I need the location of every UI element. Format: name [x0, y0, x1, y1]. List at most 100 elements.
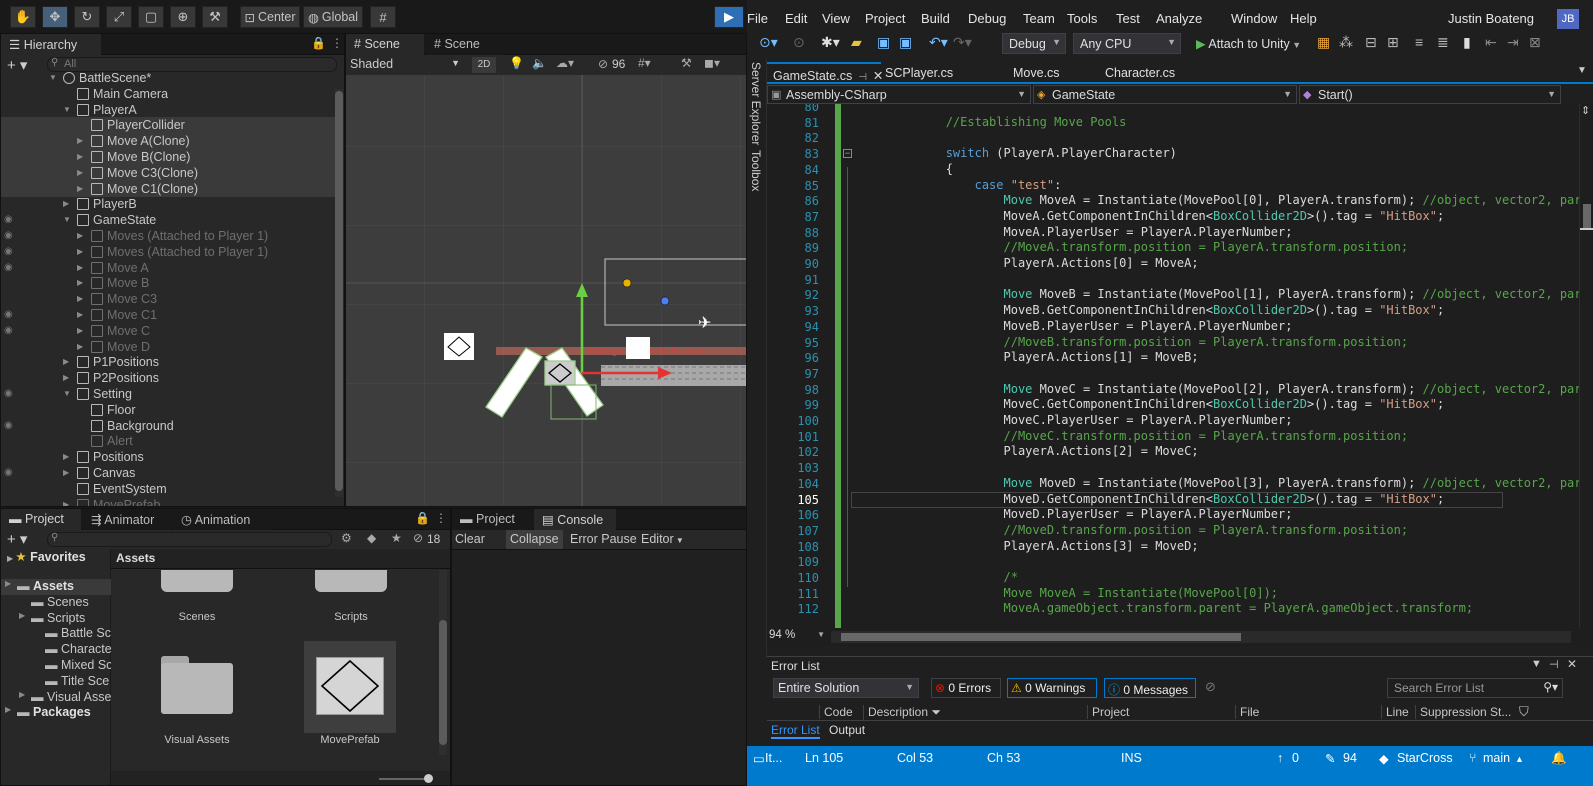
visibility-eye-icon[interactable]: ◉ [4, 244, 13, 260]
expand-arrow-closed-icon[interactable]: ▶ [77, 339, 83, 355]
tools-icon[interactable]: ⚒ [681, 56, 692, 70]
branch-icon[interactable]: ⑂ [1469, 751, 1477, 765]
hierarchy-row[interactable]: ▶ Positions [1, 449, 337, 465]
star-icon[interactable]: ★ [391, 531, 402, 545]
comment-icon[interactable]: ≡ [1415, 34, 1423, 50]
tab-animation[interactable]: ◷ Animation [173, 509, 273, 530]
project-nav-dropdown[interactable]: ▣ Assembly-CSharp ▼ [767, 85, 1031, 104]
code-line[interactable]: case "test": [859, 178, 1062, 194]
menu-view[interactable]: View [822, 11, 850, 26]
expand-arrow-closed-icon[interactable]: ▶ [77, 165, 83, 181]
effects-icon[interactable]: ☁▾ [556, 56, 574, 70]
save-all-icon[interactable]: ▣ [899, 34, 912, 51]
hierarchy-row[interactable]: ▶ Move C1(Clone) [1, 180, 337, 197]
rect-tool-icon[interactable]: ▢ [138, 6, 164, 28]
tab-hierarchy[interactable]: ☰ Hierarchy [1, 34, 101, 55]
pivot-global-button[interactable]: ◍ Global [303, 6, 363, 28]
project-tree-item[interactable]: ▬ Battle Sc [1, 626, 111, 642]
scene-viewport[interactable]: PAOriginalPositi TiePosition ✈ [346, 75, 747, 507]
code-line[interactable]: PlayerA.Actions[0] = MoveA; [859, 256, 1198, 272]
member-nav-dropdown[interactable]: ◆ Start() ▼ [1299, 85, 1561, 104]
create-plus-icon[interactable]: + ▾ [7, 530, 27, 548]
hierarchy-row[interactable]: ◉ ▶ Canvas [1, 465, 337, 481]
visibility-eye-icon[interactable]: ◉ [4, 386, 13, 402]
hierarchy-row[interactable]: Floor [1, 402, 337, 418]
code-line[interactable]: Move MoveD = Instantiate(MovePool[3], Pl… [859, 476, 1593, 492]
hand-tool-icon[interactable]: ✋ [10, 6, 36, 28]
code-line[interactable]: Move MoveA = Instantiate(MovePool[0]); [859, 586, 1279, 602]
expand-arrow-closed-icon[interactable]: ▶ [63, 497, 69, 506]
pencil-icon[interactable]: ✎ [1325, 751, 1335, 766]
expand-arrow-open-icon[interactable]: ▼ [63, 212, 71, 228]
expand-arrow-closed-icon[interactable]: ▶ [63, 196, 69, 212]
project-tree-item[interactable]: ▶ ▬ Visual Asse [1, 690, 111, 706]
back-icon[interactable]: ⊙▾ [759, 34, 778, 51]
visibility-eye-icon[interactable]: ◉ [4, 307, 13, 323]
visibility-eye-icon[interactable]: ◉ [4, 212, 13, 228]
status-line[interactable]: Ln 105 [805, 751, 843, 765]
hierarchy-row[interactable]: EventSystem [1, 481, 337, 497]
user-avatar[interactable]: JB [1557, 9, 1579, 29]
expand-arrow-open-icon[interactable]: ▼ [63, 102, 71, 118]
tab-move[interactable]: Move.cs [1007, 62, 1087, 83]
folder-icon[interactable] [161, 656, 233, 714]
menu-test[interactable]: Test [1116, 11, 1140, 26]
camera-icon[interactable]: ◼▾ [704, 56, 720, 70]
col-file[interactable]: File [1235, 705, 1259, 719]
hierarchy-row[interactable]: ◉ ▶ Moves (Attached to Player 1) [1, 244, 337, 260]
scroll-thumb[interactable] [1583, 204, 1591, 230]
hierarchy-row[interactable]: ◉ ▶ Moves (Attached to Player 1) [1, 228, 337, 244]
menu-debug[interactable]: Debug [968, 11, 1006, 26]
tab-scene-2[interactable]: # Scene [426, 34, 504, 55]
hierarchy-row[interactable]: Alert [1, 433, 337, 449]
hierarchy-row[interactable]: ◉ ▼ Setting [1, 386, 337, 402]
hierarchy-row[interactable]: ◉ ▶ Move C [1, 323, 337, 339]
code-line[interactable]: MoveA.gameObject.transform.parent = Play… [859, 601, 1474, 617]
branch-caret-icon[interactable]: ▲ [1515, 754, 1524, 764]
hidden-packages-icon[interactable]: ⊘ [413, 531, 423, 545]
visibility-eye-icon[interactable]: ◉ [4, 465, 13, 481]
hierarchy-row[interactable]: ▶ Move B(Clone) [1, 149, 337, 165]
clear-button[interactable]: Clear [455, 532, 485, 546]
code-line[interactable]: MoveB.PlayerUser = PlayerA.PlayerNumber; [859, 319, 1292, 335]
folder-icon[interactable] [161, 570, 233, 592]
zoom-dropdown[interactable]: 94 % ▼ [767, 629, 827, 645]
project-tree-item[interactable]: ▶ ▬ Scripts [1, 611, 111, 627]
col-line[interactable]: Line [1381, 705, 1409, 719]
prev-bookmark-icon[interactable]: ⇤ [1485, 34, 1497, 51]
forward-icon[interactable]: ⊙ [793, 34, 805, 51]
status-char[interactable]: Ch 53 [987, 751, 1020, 765]
code-line[interactable]: MoveC.GetComponentInChildren<BoxCollider… [859, 397, 1444, 413]
debug-target-icon[interactable]: ▦ [1317, 34, 1330, 51]
expand-arrow-closed-icon[interactable]: ▶ [63, 370, 69, 386]
next-bookmark-icon[interactable]: ⇥ [1507, 34, 1519, 51]
expand-arrow-closed-icon[interactable]: ▶ [77, 244, 83, 260]
tab-overflow-icon[interactable]: ▼ [1577, 65, 1587, 76]
horizontal-scrollbar[interactable] [831, 631, 1571, 643]
asset-scenes[interactable]: Scenes [151, 611, 243, 623]
filter-icon[interactable]: ⛉ [1519, 704, 1529, 720]
menu-window[interactable]: Window [1231, 11, 1277, 26]
pivot-center-button[interactable]: ⊡ Center [240, 6, 300, 28]
folder-icon[interactable] [315, 570, 387, 592]
code-line[interactable]: MoveC.PlayerUser = PlayerA.PlayerNumber; [859, 413, 1292, 429]
favorites-item[interactable]: ▶ ★ Favorites [7, 549, 86, 564]
visibility-eye-icon[interactable]: ◉ [4, 228, 13, 244]
code-line[interactable]: /* [859, 570, 1018, 586]
expand-arrow-closed-icon[interactable]: ▶ [77, 260, 83, 276]
expand-arrow-closed-icon[interactable]: ▶ [77, 323, 83, 339]
project-tree-item[interactable]: ▬ Characte [1, 642, 111, 658]
slider-handle[interactable] [424, 774, 433, 783]
expand-arrow-icon[interactable]: ▶ [5, 705, 11, 714]
lock-icon[interactable]: 🔒 [311, 36, 326, 50]
hierarchy-row[interactable]: ▶ Move C3(Clone) [1, 164, 337, 181]
hierarchy-row[interactable]: ▶ PlayerB [1, 196, 337, 212]
asset-scrollbar[interactable] [439, 570, 447, 755]
expand-arrow-closed-icon[interactable]: ▶ [77, 275, 83, 291]
status-changes-count[interactable]: 94 [1343, 751, 1357, 765]
class-nav-dropdown[interactable]: ◈ GameState ▼ [1033, 85, 1297, 104]
play-button[interactable]: ▶ [714, 6, 744, 28]
breadcrumb-assets[interactable]: Assets [116, 551, 155, 565]
repo-icon[interactable]: ◆ [1379, 751, 1389, 766]
tab-project[interactable]: ▬ Project [1, 509, 81, 530]
